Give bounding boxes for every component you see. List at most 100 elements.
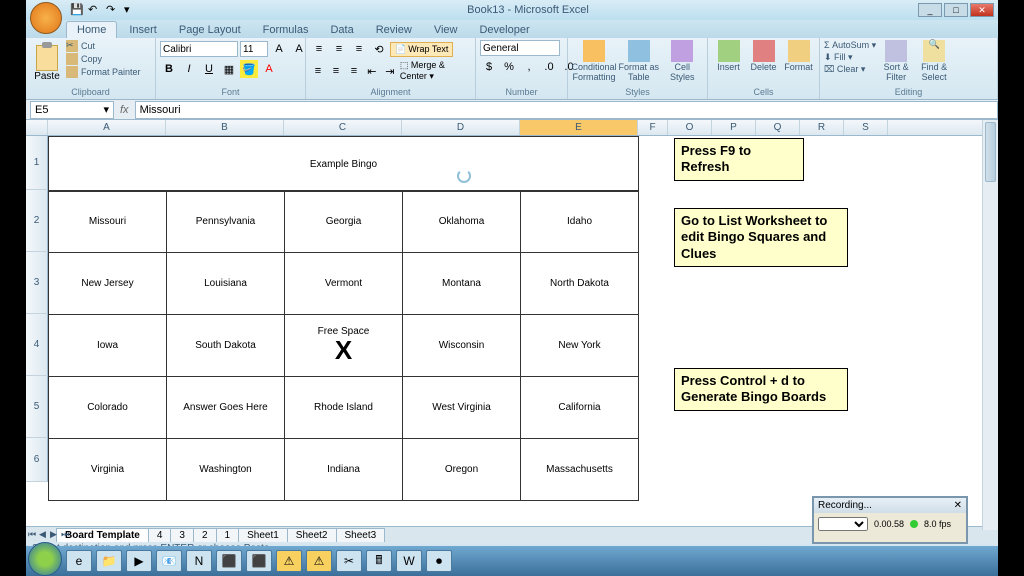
sheet-tab-sheet1[interactable]: Sheet1 xyxy=(238,528,288,542)
cell-e5[interactable]: California xyxy=(521,377,639,439)
tab-data[interactable]: Data xyxy=(320,22,363,38)
formula-input[interactable]: Missouri xyxy=(135,101,998,119)
sort-filter-button[interactable]: Sort & Filter xyxy=(878,40,914,83)
find-select-button[interactable]: 🔍Find & Select xyxy=(916,40,952,83)
col-header-b[interactable]: B xyxy=(166,120,284,135)
align-right-icon[interactable]: ≡ xyxy=(346,62,362,80)
clear-button[interactable]: ⌧ Clear ▾ xyxy=(824,64,876,75)
align-top-icon[interactable]: ≡ xyxy=(310,40,328,58)
col-header-s[interactable]: S xyxy=(844,120,888,135)
cell-e6[interactable]: Massachusetts xyxy=(521,439,639,501)
tab-developer[interactable]: Developer xyxy=(469,22,539,38)
taskbar-app2-icon[interactable]: ⬛ xyxy=(246,550,272,572)
cell-b2[interactable]: Pennsylvania xyxy=(167,191,285,253)
sheet-tab-4[interactable]: 4 xyxy=(148,528,172,542)
bingo-title[interactable]: Example Bingo xyxy=(49,137,639,191)
indent-dec-icon[interactable]: ⇤ xyxy=(364,62,380,80)
wrap-text-button[interactable]: 📄Wrap Text xyxy=(390,42,453,57)
sheet-nav-first-icon[interactable]: ⏮ xyxy=(28,529,38,540)
taskbar-word-icon[interactable]: W xyxy=(396,550,422,572)
row-header-1[interactable]: 1 xyxy=(26,136,48,190)
cell-b3[interactable]: Louisiana xyxy=(167,253,285,315)
autosum-button[interactable]: Σ AutoSum ▾ xyxy=(824,40,876,51)
cell-a5[interactable]: Colorado xyxy=(49,377,167,439)
sheet-tab-sheet2[interactable]: Sheet2 xyxy=(287,528,337,542)
taskbar-folder-icon[interactable]: 📁 xyxy=(96,550,122,572)
row-header-2[interactable]: 2 xyxy=(26,190,48,252)
taskbar-warn1-icon[interactable]: ⚠ xyxy=(276,550,302,572)
office-button[interactable] xyxy=(30,2,62,34)
callout-generate[interactable]: Press Control + d to Generate Bingo Boar… xyxy=(674,368,848,411)
sheet-nav-last-icon[interactable]: ⏭ xyxy=(61,529,71,540)
cell-a2[interactable]: Missouri xyxy=(49,191,167,253)
col-header-f[interactable]: F xyxy=(638,120,668,135)
select-all-corner[interactable] xyxy=(26,120,48,135)
cell-d5[interactable]: West Virginia xyxy=(403,377,521,439)
tab-home[interactable]: Home xyxy=(66,21,117,38)
maximize-button[interactable]: □ xyxy=(944,3,968,17)
taskbar-outlook-icon[interactable]: 📧 xyxy=(156,550,182,572)
insert-cells-button[interactable]: Insert xyxy=(712,40,745,73)
fx-icon[interactable]: fx xyxy=(114,104,135,116)
cell-styles-button[interactable]: Cell Styles xyxy=(662,40,704,83)
font-size-select[interactable] xyxy=(240,41,268,57)
italic-button[interactable]: I xyxy=(180,60,198,78)
sheet-tab-sheet3[interactable]: Sheet3 xyxy=(336,528,386,542)
cell-d6[interactable]: Oregon xyxy=(403,439,521,501)
taskbar-warn2-icon[interactable]: ⚠ xyxy=(306,550,332,572)
sheet-nav-prev-icon[interactable]: ◀ xyxy=(39,529,49,540)
recording-close-icon[interactable]: ✕ xyxy=(954,500,962,511)
copy-button[interactable]: Copy xyxy=(66,53,141,65)
taskbar-onenote-icon[interactable]: N xyxy=(186,550,212,572)
scrollbar-thumb[interactable] xyxy=(985,122,996,182)
merge-center-button[interactable]: ⬚ Merge & Center ▾ xyxy=(400,60,471,82)
orientation-icon[interactable]: ⟲ xyxy=(370,40,388,58)
cell-a4[interactable]: Iowa xyxy=(49,315,167,377)
sheet-tab-1[interactable]: 1 xyxy=(216,528,240,542)
cell-b6[interactable]: Washington xyxy=(167,439,285,501)
taskbar-app1-icon[interactable]: ⬛ xyxy=(216,550,242,572)
taskbar-media-icon[interactable]: ▶ xyxy=(126,550,152,572)
taskbar-ie-icon[interactable]: e xyxy=(66,550,92,572)
fill-button[interactable]: ⬇ Fill ▾ xyxy=(824,52,876,63)
save-icon[interactable]: 💾 xyxy=(70,3,84,17)
cell-c2[interactable]: Georgia xyxy=(285,191,403,253)
sheet-tab-2[interactable]: 2 xyxy=(193,528,217,542)
cell-a6[interactable]: Virginia xyxy=(49,439,167,501)
cell-c6[interactable]: Indiana xyxy=(285,439,403,501)
close-button[interactable]: ✕ xyxy=(970,3,994,17)
sheet-nav-next-icon[interactable]: ▶ xyxy=(50,529,60,540)
currency-icon[interactable]: $ xyxy=(480,58,498,76)
col-header-o[interactable]: O xyxy=(668,120,712,135)
underline-button[interactable]: U xyxy=(200,60,218,78)
col-header-d[interactable]: D xyxy=(402,120,520,135)
taskbar-snip-icon[interactable]: ✂ xyxy=(336,550,362,572)
taskbar-calc-icon[interactable]: 🖩 xyxy=(366,550,392,572)
row-header-6[interactable]: 6 xyxy=(26,438,48,482)
callout-refresh[interactable]: Press F9 to Refresh xyxy=(674,138,804,181)
col-header-e[interactable]: E xyxy=(520,120,638,135)
cell-e3[interactable]: North Dakota xyxy=(521,253,639,315)
format-cells-button[interactable]: Format xyxy=(782,40,815,73)
taskbar-rec-icon[interactable]: ⏺ xyxy=(426,550,452,572)
inc-decimal-icon[interactable]: .0 xyxy=(540,58,558,76)
cell-b4[interactable]: South Dakota xyxy=(167,315,285,377)
cell-e2[interactable]: Idaho xyxy=(521,191,639,253)
tab-view[interactable]: View xyxy=(424,22,468,38)
col-header-q[interactable]: Q xyxy=(756,120,800,135)
col-header-p[interactable]: P xyxy=(712,120,756,135)
delete-cells-button[interactable]: Delete xyxy=(747,40,780,73)
cell-d3[interactable]: Montana xyxy=(403,253,521,315)
format-painter-button[interactable]: Format Painter xyxy=(66,66,141,78)
worksheet-grid[interactable]: A B C D E F O P Q R S 1 2 3 4 5 6 xyxy=(26,120,998,526)
row-header-4[interactable]: 4 xyxy=(26,314,48,376)
callout-list[interactable]: Go to List Worksheet to edit Bingo Squar… xyxy=(674,208,848,267)
cut-button[interactable]: ✂Cut xyxy=(66,40,141,52)
font-color-button[interactable]: A xyxy=(260,60,278,78)
comma-icon[interactable]: , xyxy=(520,58,538,76)
recording-panel[interactable]: Recording...✕ 0.00.58 8.0 fps xyxy=(812,496,968,544)
vertical-scrollbar[interactable] xyxy=(982,120,998,530)
col-header-c[interactable]: C xyxy=(284,120,402,135)
recording-select[interactable] xyxy=(818,517,868,531)
fill-color-button[interactable]: 🪣 xyxy=(240,60,258,78)
